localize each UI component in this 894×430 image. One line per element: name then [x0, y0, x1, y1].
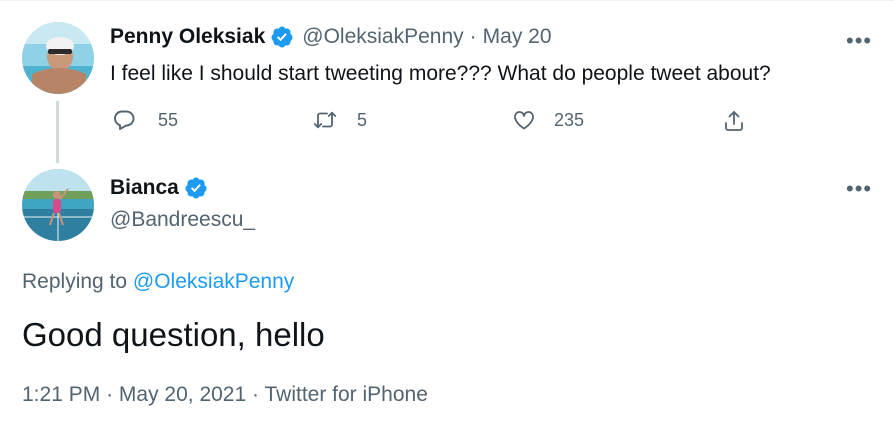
tweet-source[interactable]: Twitter for iPhone [264, 383, 427, 406]
like-count: 235 [554, 109, 585, 130]
main-tweet-handle-row: @Bandreescu_ [110, 208, 255, 232]
reply-count: 55 [158, 109, 179, 130]
reply-button[interactable]: 55 [112, 108, 178, 132]
separator-dot: · [252, 383, 260, 406]
tweet-metadata: 1:21 PM · May 20, 2021 · Twitter for iPh… [22, 383, 428, 407]
reply-icon [114, 110, 135, 130]
avatar-bianca-image [22, 169, 94, 241]
author-name[interactable]: Penny Oleksiak [110, 25, 265, 49]
more-icon[interactable]: ••• [846, 28, 872, 54]
more-icon[interactable]: ••• [846, 176, 872, 202]
replying-prefix: Replying to [22, 270, 128, 293]
separator-dot: · [469, 25, 477, 48]
parent-tweet-header: Penny Oleksiak @OleksiakPenny · May 20 [110, 25, 552, 49]
avatar-penny-image [22, 22, 94, 94]
retweet-icon [313, 111, 337, 129]
tweet-date[interactable]: May 20 [483, 25, 552, 49]
author-name[interactable]: Bianca [110, 176, 179, 200]
tweet-time[interactable]: 1:21 PM [22, 383, 100, 406]
author-handle[interactable]: @Bandreescu_ [110, 208, 255, 232]
main-tweet-author: Bianca [110, 176, 208, 200]
replying-to-link[interactable]: @OleksiakPenny [133, 270, 294, 293]
retweet-button[interactable]: 5 [313, 108, 367, 132]
verified-badge-icon [185, 177, 207, 199]
like-icon [514, 111, 534, 130]
divider [0, 0, 894, 1]
replying-to: Replying to @OleksiakPenny [22, 270, 294, 294]
share-button[interactable] [722, 109, 746, 133]
thread-connector-line [56, 101, 59, 163]
avatar-penny[interactable] [22, 22, 94, 94]
parent-tweet-text: I feel like I should start tweeting more… [110, 62, 771, 85]
retweet-count: 5 [357, 109, 368, 130]
avatar-bianca[interactable] [22, 169, 94, 241]
like-button[interactable]: 235 [512, 108, 584, 132]
verified-badge-icon [271, 26, 293, 48]
author-handle[interactable]: @OleksiakPenny [302, 25, 463, 49]
main-tweet-text: Good question, hello [22, 316, 325, 353]
tweet-date[interactable]: May 20, 2021 [119, 383, 246, 406]
separator-dot: · [106, 383, 114, 406]
share-icon [725, 111, 743, 131]
